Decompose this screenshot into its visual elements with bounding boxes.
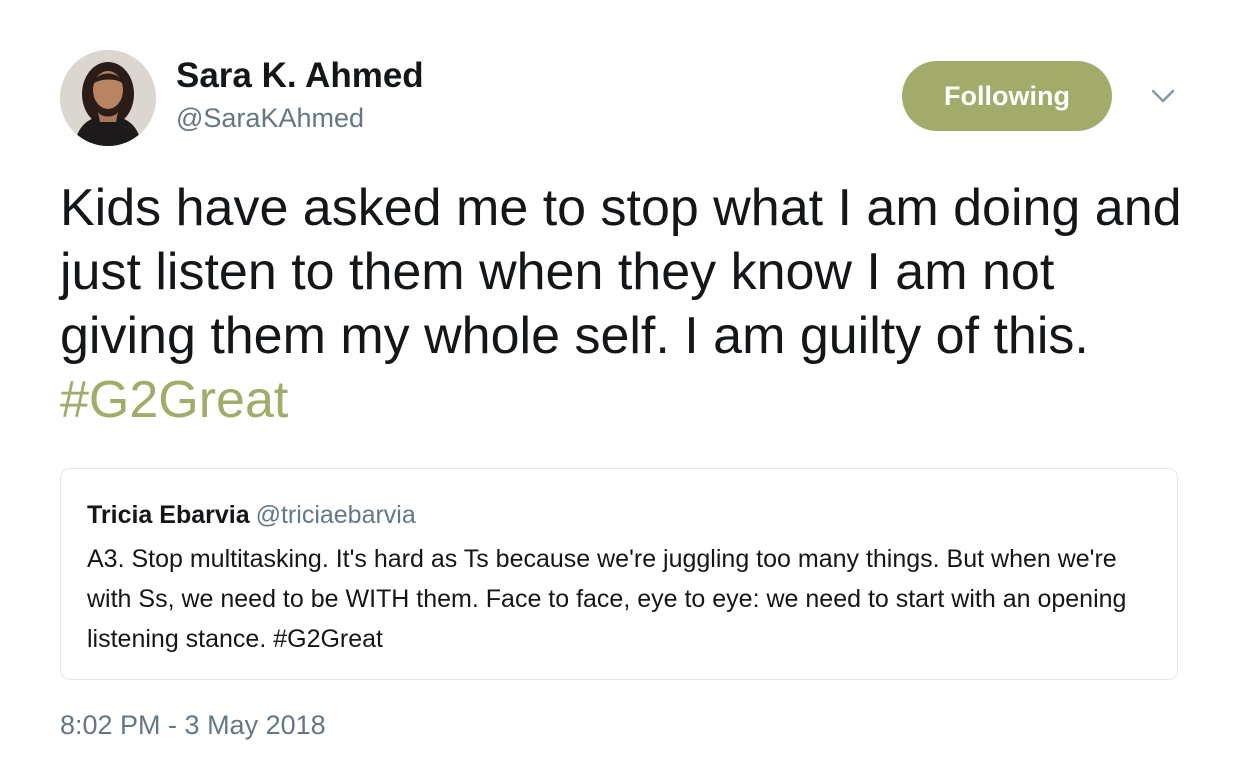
quoted-tweet-text: A3. Stop multitasking. It's hard as Ts b… [87,545,1127,653]
author-handle[interactable]: @SaraKAhmed [176,102,364,134]
tweet-hashtag-link[interactable]: #G2Great [60,371,288,429]
quoted-author-handle: @triciaebarvia [255,501,416,529]
author-display-name[interactable]: Sara K. Ahmed [176,56,424,96]
following-button[interactable]: Following [902,61,1112,131]
tweet-body: Kids have asked me to stop what I am doi… [60,179,1182,365]
author-avatar[interactable] [60,50,156,146]
quoted-tweet-header: Tricia Ebarvia @triciaebarvia [87,499,416,531]
tweet-card: Sara K. Ahmed @SaraKAhmed Following Kids… [0,0,1250,758]
tweet-timestamp[interactable]: 8:02 PM - 3 May 2018 [60,708,326,742]
tweet-text: Kids have asked me to stop what I am doi… [60,176,1200,432]
chevron-down-icon[interactable] [1148,84,1178,110]
avatar-image [60,50,156,146]
quoted-tweet[interactable]: Tricia Ebarvia @triciaebarvia A3. Stop mu… [60,468,1178,680]
quoted-author-name: Tricia Ebarvia [87,501,250,529]
